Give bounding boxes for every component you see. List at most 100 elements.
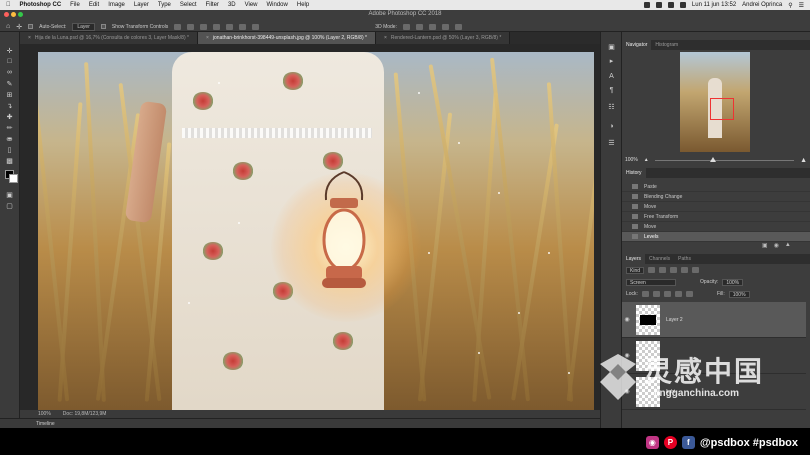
close-tab-icon[interactable]: × — [384, 35, 387, 41]
menu-select[interactable]: Select — [180, 2, 197, 8]
menu-app-name[interactable]: Photoshop CC — [20, 2, 62, 8]
paragraph-panel-icon[interactable]: ¶ — [606, 86, 617, 95]
layer-row-selected[interactable]: ◉ Layer 2 — [622, 302, 806, 338]
align-center-icon[interactable] — [226, 23, 234, 30]
align-bottom-icon[interactable] — [200, 23, 208, 30]
distribute-icon[interactable] — [252, 23, 260, 30]
home-icon[interactable]: ⌂ — [6, 23, 10, 30]
filter-smart-icon[interactable] — [692, 267, 700, 273]
adjustments-panel-icon[interactable]: ◑ — [606, 122, 617, 131]
healing-brush-icon[interactable]: ✚ — [4, 112, 15, 121]
zoom-out-icon[interactable]: ▲ — [644, 157, 649, 163]
canvas-area[interactable] — [20, 44, 600, 412]
tab-navigator[interactable]: Navigator — [622, 40, 652, 50]
history-panel-icon[interactable]: ▸ — [606, 56, 617, 65]
filter-pixel-icon[interactable] — [648, 267, 656, 273]
libraries-panel-icon[interactable]: ☷ — [606, 102, 617, 111]
opacity-value[interactable]: 100% — [722, 278, 744, 286]
auto-select-checkbox[interactable] — [28, 24, 34, 29]
zoom-slider[interactable] — [654, 156, 795, 162]
navigator-panel-icon[interactable]: ▣ — [606, 42, 617, 51]
menu-view[interactable]: View — [245, 2, 258, 8]
eyedropper-icon[interactable]: ↴ — [4, 101, 15, 110]
lock-artboard-icon[interactable] — [674, 291, 682, 297]
layer-kind-filter[interactable]: Kind — [626, 266, 645, 274]
align-middle-icon[interactable] — [187, 23, 195, 30]
tab-layers[interactable]: Layers — [622, 254, 646, 264]
filter-shape-icon[interactable] — [681, 267, 689, 273]
history-item[interactable]: Blending Change — [622, 192, 810, 202]
lock-position-icon[interactable] — [663, 291, 671, 297]
menu-layer[interactable]: Layer — [134, 2, 149, 8]
navigator-zoom-value[interactable]: 100% — [625, 157, 638, 163]
camera-icon[interactable]: ◉ — [774, 242, 779, 249]
menu-3d[interactable]: 3D — [228, 2, 236, 8]
menu-filter[interactable]: Filter — [206, 2, 219, 8]
marquee-tool-icon[interactable]: □ — [4, 57, 15, 66]
3d-slide-icon[interactable] — [441, 23, 449, 30]
lock-image-icon[interactable] — [652, 291, 660, 297]
close-tab-icon[interactable]: × — [28, 35, 31, 41]
menubar-clock[interactable]: Lun 11 jun 13:52 — [692, 2, 736, 8]
3d-roll-icon[interactable] — [415, 23, 423, 30]
lock-all-icon[interactable] — [685, 291, 693, 297]
menu-file[interactable]: File — [70, 2, 80, 8]
battery-icon[interactable] — [679, 2, 686, 8]
align-right-icon[interactable] — [239, 23, 247, 30]
menu-image[interactable]: Image — [108, 2, 125, 8]
document-image[interactable] — [38, 52, 594, 410]
apple-icon[interactable]:  — [6, 2, 11, 8]
show-transform-checkbox[interactable] — [100, 24, 106, 29]
tab-hija-de-la-luna[interactable]: × Hija de la Luna.psd @ 16,7% (Consulta d… — [20, 32, 198, 44]
tab-jonathan-brinkhorst[interactable]: × jonathan-brinkhorst-398449-unsplash.jpg… — [197, 32, 376, 44]
history-item[interactable]: Paste — [622, 182, 810, 192]
3d-scale-icon[interactable] — [454, 23, 462, 30]
menubar-user[interactable]: Andrei Oprinca — [742, 2, 782, 8]
tab-channels[interactable]: Channels — [645, 254, 674, 264]
history-item[interactable]: Free Transform — [622, 212, 810, 222]
navigator-thumbnail[interactable] — [680, 52, 750, 152]
wifi-icon[interactable] — [667, 2, 674, 8]
history-item-selected[interactable]: Levels — [622, 232, 810, 242]
tab-history[interactable]: History — [622, 168, 646, 178]
properties-panel-icon[interactable]: ☰ — [606, 138, 617, 147]
lasso-tool-icon[interactable]: ∞ — [4, 68, 15, 77]
status-icon-2[interactable] — [655, 2, 662, 8]
background-color-swatch[interactable] — [9, 174, 18, 183]
zoom-in-icon[interactable]: ▲ — [800, 157, 807, 164]
menu-list-icon[interactable]: ☰ — [799, 2, 804, 9]
gradient-icon[interactable]: ▩ — [4, 156, 15, 165]
timeline-panel-tab[interactable]: Timeline — [0, 418, 600, 428]
status-icon-1[interactable] — [643, 2, 650, 8]
crop-tool-icon[interactable]: ⊞ — [4, 90, 15, 99]
close-tab-icon[interactable]: × — [206, 35, 209, 41]
blend-mode-dropdown[interactable]: Screen — [626, 278, 676, 286]
history-item[interactable]: Move — [622, 202, 810, 212]
quick-select-icon[interactable]: ✎ — [4, 79, 15, 88]
lock-transparent-icon[interactable] — [641, 291, 649, 297]
navigator-view-box[interactable] — [710, 98, 734, 120]
trash-icon[interactable]: ▲ — [785, 242, 791, 249]
auto-select-dropdown[interactable]: Layer — [72, 22, 95, 31]
fill-value[interactable]: 100% — [728, 290, 750, 298]
3d-rotate-icon[interactable] — [402, 23, 410, 30]
history-item[interactable]: Move — [622, 222, 810, 232]
menu-edit[interactable]: Edit — [89, 2, 99, 8]
move-tool-option-icon[interactable]: ✛ — [16, 23, 22, 31]
filter-type-icon[interactable] — [670, 267, 678, 273]
tab-rendered-lantern[interactable]: × Rendered-Lantern.psd @ 50% (Layer 3, RG… — [375, 32, 511, 44]
layer-name[interactable]: Layer 2 — [666, 317, 683, 323]
doc-size[interactable]: Doc: 19,8M/123,9M — [63, 411, 107, 417]
tab-histogram[interactable]: Histogram — [651, 40, 682, 50]
clone-stamp-icon[interactable]: ⛂ — [4, 134, 15, 143]
align-left-icon[interactable] — [213, 23, 221, 30]
menu-type[interactable]: Type — [158, 2, 171, 8]
menu-help[interactable]: Help — [297, 2, 309, 8]
quick-mask-icon[interactable]: ▣ — [4, 190, 15, 199]
screen-mode-icon[interactable]: ▢ — [4, 201, 15, 210]
align-top-icon[interactable] — [174, 23, 182, 30]
brush-tool-icon[interactable]: ✏ — [4, 123, 15, 132]
eraser-icon[interactable]: ▯ — [4, 145, 15, 154]
visibility-eye-icon[interactable]: ◉ — [622, 316, 632, 323]
filter-adjustment-icon[interactable] — [659, 267, 667, 273]
